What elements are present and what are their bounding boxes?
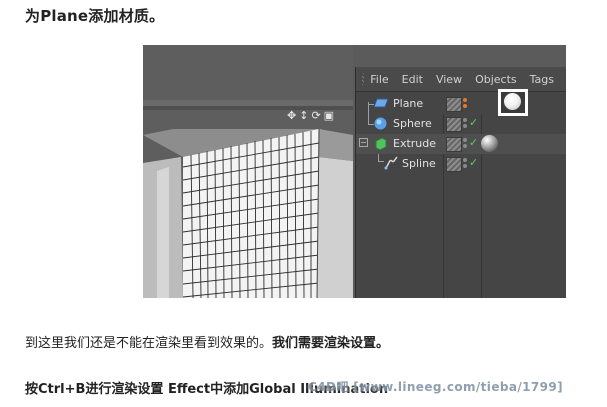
object-name: Spline: [402, 157, 436, 170]
enabled-check-icon[interactable]: ✓: [469, 116, 478, 129]
move-icon[interactable]: ✥: [287, 109, 296, 123]
viewport-render: [143, 45, 353, 298]
object-name: Sphere: [393, 117, 432, 130]
maximize-icon[interactable]: ▣: [324, 109, 334, 123]
panel-grip-icon[interactable]: [362, 73, 365, 85]
object-manager-menubar: File Edit View Objects Tags: [356, 67, 566, 92]
object-row-plane[interactable]: Plane: [356, 89, 566, 116]
viewport-3d[interactable]: ✥ ↕ ⟳ ▣: [143, 45, 353, 298]
menu-tags[interactable]: Tags: [530, 73, 554, 86]
rotate-icon[interactable]: ⟳: [311, 109, 320, 123]
enabled-check-icon[interactable]: ✓: [469, 136, 478, 149]
layer-flag-icon[interactable]: [446, 137, 462, 152]
paragraph-normal-text: 到这里我们还是不能在渲染里看到效果的。: [25, 336, 273, 351]
enabled-check-icon[interactable]: ✓: [469, 156, 478, 169]
object-row-sphere[interactable]: Sphere ✓: [356, 114, 566, 134]
object-row-extrude[interactable]: − Extrude ✓: [356, 134, 566, 154]
object-row-spline[interactable]: Spline ✓: [356, 154, 566, 174]
paragraph-render-note: 到这里我们还是不能在渲染里看到效果的。我们需要渲染设置。: [25, 332, 389, 351]
material-sphere-icon[interactable]: [481, 135, 498, 152]
layer-flag-icon[interactable]: [446, 157, 462, 172]
menu-file[interactable]: File: [370, 73, 388, 86]
page-heading: 为Plane添加材质。: [25, 7, 165, 25]
material-tag-selected[interactable]: [498, 89, 528, 116]
visibility-dots-icon[interactable]: [463, 97, 469, 111]
plane-icon: [374, 98, 388, 108]
material-sphere-icon: [504, 93, 521, 110]
sphere-icon: [374, 117, 387, 130]
object-name: Extrude: [393, 137, 437, 150]
object-manager: File Edit View Objects Tags Plane Sphere…: [355, 67, 566, 298]
menu-objects[interactable]: Objects: [475, 73, 517, 86]
spline-icon: [384, 156, 398, 170]
watermark: C4D吧 [www.lineeg.com/tieba/1799]: [308, 380, 564, 394]
updown-icon[interactable]: ↕: [299, 109, 308, 123]
menu-view[interactable]: View: [436, 73, 462, 86]
viewport-toolbar: ✥ ↕ ⟳ ▣: [287, 109, 347, 123]
extrude-icon: [375, 137, 387, 150]
c4d-screenshot: ✥ ↕ ⟳ ▣ File Edit View Objects Tags Plan…: [143, 45, 566, 298]
layer-flag-icon[interactable]: [446, 117, 462, 132]
paragraph-bold-text: 我们需要渲染设置。: [272, 336, 390, 351]
menu-edit[interactable]: Edit: [402, 73, 423, 86]
object-name: Plane: [393, 97, 424, 110]
layer-flag-icon[interactable]: [446, 97, 462, 112]
collapse-toggle-icon[interactable]: −: [359, 138, 368, 147]
